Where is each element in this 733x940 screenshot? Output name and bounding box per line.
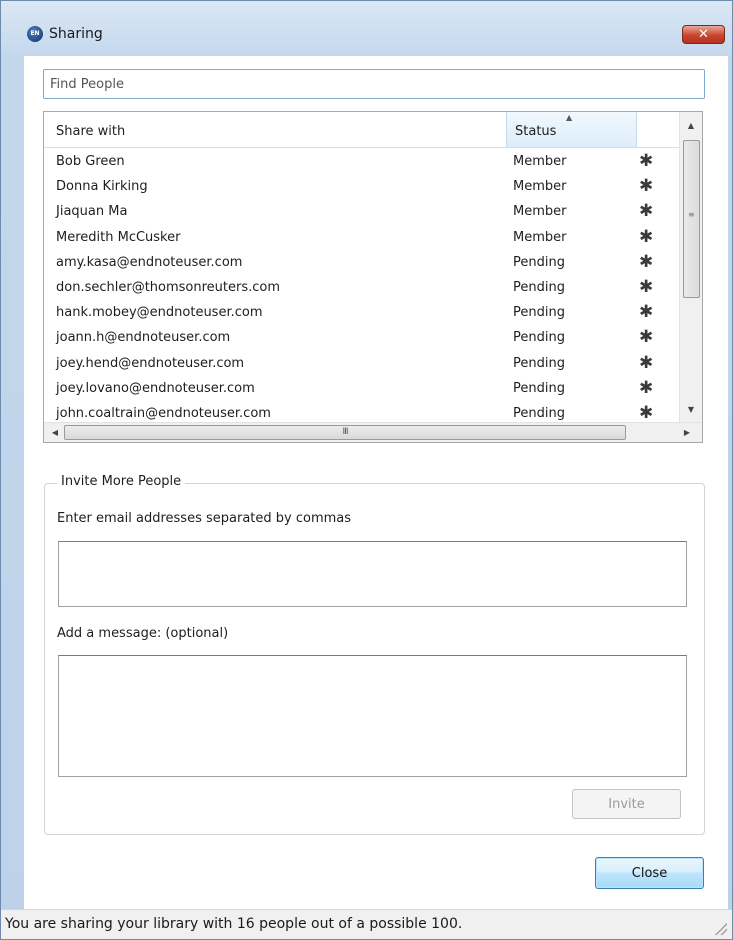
scroll-down-icon[interactable]: ▼ xyxy=(680,400,702,420)
member-name: hank.mobey@endnoteuser.com xyxy=(56,305,263,321)
gear-icon[interactable]: ✱ xyxy=(639,302,653,322)
invite-group-title: Invite More People xyxy=(57,474,186,489)
member-name: joann.h@endnoteuser.com xyxy=(56,330,231,346)
member-name: Meredith McCusker xyxy=(56,229,181,245)
member-status: Pending xyxy=(513,380,565,396)
table-header: Share with ▲ Status xyxy=(44,112,679,148)
member-name: john.coaltrain@endnoteuser.com xyxy=(56,405,271,421)
table-row[interactable]: hank.mobey@endnoteuser.com Pending ✱ xyxy=(44,301,679,326)
scroll-up-icon[interactable]: ▲ xyxy=(680,116,702,136)
table-row[interactable]: Donna Kirking Member ✱ xyxy=(44,175,679,200)
sharing-dialog: EN Sharing ✕ Share with ▲ Status Bob Gre… xyxy=(0,0,733,940)
scroll-grip-icon: ≡ xyxy=(688,210,695,219)
member-status: Member xyxy=(513,204,567,220)
gear-icon[interactable]: ✱ xyxy=(639,201,653,221)
member-status: Pending xyxy=(513,355,565,371)
table-row[interactable]: don.sechler@thomsonreuters.com Pending ✱ xyxy=(44,276,679,301)
window-title: Sharing xyxy=(49,26,103,42)
table-rows: Bob Green Member ✱ Donna Kirking Member … xyxy=(44,150,679,427)
status-bar: You are sharing your library with 16 peo… xyxy=(1,909,732,939)
gear-icon[interactable]: ✱ xyxy=(639,151,653,171)
gear-icon[interactable]: ✱ xyxy=(639,277,653,297)
table-row[interactable]: Bob Green Member ✱ xyxy=(44,150,679,175)
member-status: Pending xyxy=(513,305,565,321)
gear-icon[interactable]: ✱ xyxy=(639,227,653,247)
emails-input[interactable] xyxy=(58,541,687,607)
close-button[interactable]: Close xyxy=(595,857,704,889)
vertical-scroll-thumb[interactable]: ≡ xyxy=(683,140,700,298)
message-label: Add a message: (optional) xyxy=(57,626,229,641)
vertical-scrollbar[interactable]: ▲ ≡ ▼ xyxy=(679,112,702,422)
invite-button[interactable]: Invite xyxy=(572,789,681,819)
member-name: amy.kasa@endnoteuser.com xyxy=(56,254,243,270)
member-name: don.sechler@thomsonreuters.com xyxy=(56,279,281,295)
table-row[interactable]: joann.h@endnoteuser.com Pending ✱ xyxy=(44,326,679,351)
column-header-share-with[interactable]: Share with xyxy=(56,124,125,139)
member-status: Pending xyxy=(513,254,565,270)
sharing-status-text: You are sharing your library with 16 peo… xyxy=(5,916,463,932)
member-status: Pending xyxy=(513,330,565,346)
horizontal-scroll-thumb[interactable]: III xyxy=(64,425,626,440)
endnote-app-icon: EN xyxy=(27,26,43,42)
member-status: Pending xyxy=(513,405,565,421)
scroll-left-icon[interactable]: ◀ xyxy=(46,423,64,442)
table-row[interactable]: amy.kasa@endnoteuser.com Pending ✱ xyxy=(44,251,679,276)
member-name: Bob Green xyxy=(56,154,125,169)
member-name: Donna Kirking xyxy=(56,179,148,195)
find-people-input[interactable] xyxy=(43,69,705,99)
title-bar[interactable]: EN Sharing ✕ xyxy=(1,1,732,44)
window-close-button[interactable]: ✕ xyxy=(682,25,725,44)
emails-label: Enter email addresses separated by comma… xyxy=(57,511,352,526)
column-header-status[interactable]: ▲ Status xyxy=(506,112,637,147)
gear-icon[interactable]: ✱ xyxy=(639,327,653,347)
gear-icon[interactable]: ✱ xyxy=(639,176,653,196)
message-input[interactable] xyxy=(58,655,687,777)
resize-grip-icon[interactable] xyxy=(715,923,727,935)
table-row[interactable]: joey.hend@endnoteuser.com Pending ✱ xyxy=(44,352,679,377)
gear-icon[interactable]: ✱ xyxy=(639,353,653,373)
member-name: joey.hend@endnoteuser.com xyxy=(56,355,245,371)
gear-icon[interactable]: ✱ xyxy=(639,378,653,398)
scroll-right-icon[interactable]: ▶ xyxy=(678,423,696,442)
member-status: Member xyxy=(513,154,567,169)
member-name: Jiaquan Ma xyxy=(56,204,128,220)
sort-ascending-icon: ▲ xyxy=(566,113,573,122)
gear-icon[interactable]: ✱ xyxy=(639,403,653,423)
member-status: Member xyxy=(513,179,567,195)
member-name: joey.lovano@endnoteuser.com xyxy=(56,380,255,396)
column-header-status-label: Status xyxy=(515,124,557,139)
members-table[interactable]: Share with ▲ Status Bob Green Member ✱ D… xyxy=(43,111,703,443)
table-row[interactable]: Meredith McCusker Member ✱ xyxy=(44,226,679,251)
gear-icon[interactable]: ✱ xyxy=(639,252,653,272)
member-status: Member xyxy=(513,229,567,245)
table-row[interactable]: Jiaquan Ma Member ✱ xyxy=(44,200,679,225)
member-status: Pending xyxy=(513,279,565,295)
horizontal-scrollbar[interactable]: ◀ III ▶ xyxy=(44,422,702,442)
table-row[interactable]: joey.lovano@endnoteuser.com Pending ✱ xyxy=(44,377,679,402)
